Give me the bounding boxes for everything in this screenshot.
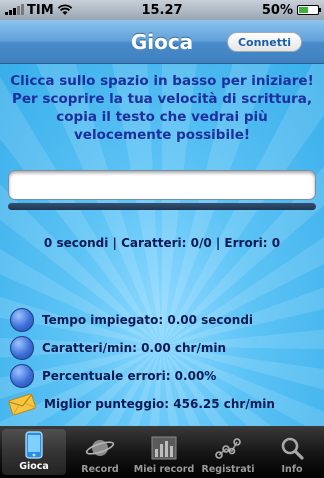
stat-time-spent: Tempo impiegato: 0.00 secondi — [10, 308, 253, 332]
tab-bar: Gioca Record Miei record Registrati Info — [0, 426, 324, 478]
progress-bar — [8, 203, 316, 210]
molecule-icon — [212, 433, 244, 463]
tab-record-label: Record — [81, 464, 119, 475]
stat-error-percent: Percentuale errori: 0.00% — [10, 364, 216, 388]
bar-chart-icon — [148, 433, 180, 463]
stat-best-score: Miglior punteggio: 456.25 chr/min — [8, 392, 275, 416]
signal-strength-icon — [5, 4, 24, 15]
tab-miei-record-label: Miei record — [133, 464, 195, 475]
tab-gioca-label: Gioca — [19, 461, 49, 472]
tab-registrati[interactable]: Registrati — [196, 426, 260, 478]
wifi-icon — [57, 4, 72, 15]
tab-record[interactable]: Record — [68, 426, 132, 478]
stat-best-score-text: Miglior punteggio: 456.25 chr/min — [44, 397, 275, 411]
blue-dot-icon — [10, 336, 34, 360]
phone-icon — [18, 430, 50, 460]
tab-info[interactable]: Info — [260, 426, 324, 478]
status-right: 50% — [261, 2, 321, 18]
battery-percent: 50% — [261, 2, 293, 18]
tab-miei-record[interactable]: Miei record — [132, 426, 196, 478]
status-left: TIM — [5, 3, 73, 18]
live-counters: 0 secondi | Caratteri: 0/0 | Errori: 0 — [43, 236, 281, 250]
blue-dot-icon — [10, 364, 34, 388]
tab-info-label: Info — [281, 464, 303, 475]
stat-time-spent-text: Tempo impiegato: 0.00 secondi — [42, 313, 254, 327]
stat-chars-per-min: Caratteri/min: 0.00 chr/min — [10, 336, 226, 360]
typing-input[interactable] — [8, 170, 316, 200]
envelope-icon — [8, 393, 36, 416]
battery-icon — [297, 5, 321, 15]
stat-chars-per-min-text: Caratteri/min: 0.00 chr/min — [42, 341, 226, 355]
connect-button[interactable]: Connetti — [226, 32, 302, 52]
stat-error-percent-text: Percentuale errori: 0.00% — [42, 369, 217, 383]
tab-registrati-label: Registrati — [201, 464, 255, 475]
blue-dot-icon — [10, 308, 34, 332]
game-area: Clicca sullo spazio in basso per iniziar… — [0, 64, 324, 426]
status-bar: TIM 15.27 50% — [0, 0, 324, 20]
tab-gioca[interactable]: Gioca — [2, 429, 66, 475]
carrier-name: TIM — [27, 2, 54, 18]
planet-icon — [84, 433, 116, 463]
search-icon — [276, 433, 308, 463]
navigation-bar: Gioca Connetti — [0, 20, 324, 64]
instructions-text: Clicca sullo spazio in basso per iniziar… — [10, 73, 314, 143]
